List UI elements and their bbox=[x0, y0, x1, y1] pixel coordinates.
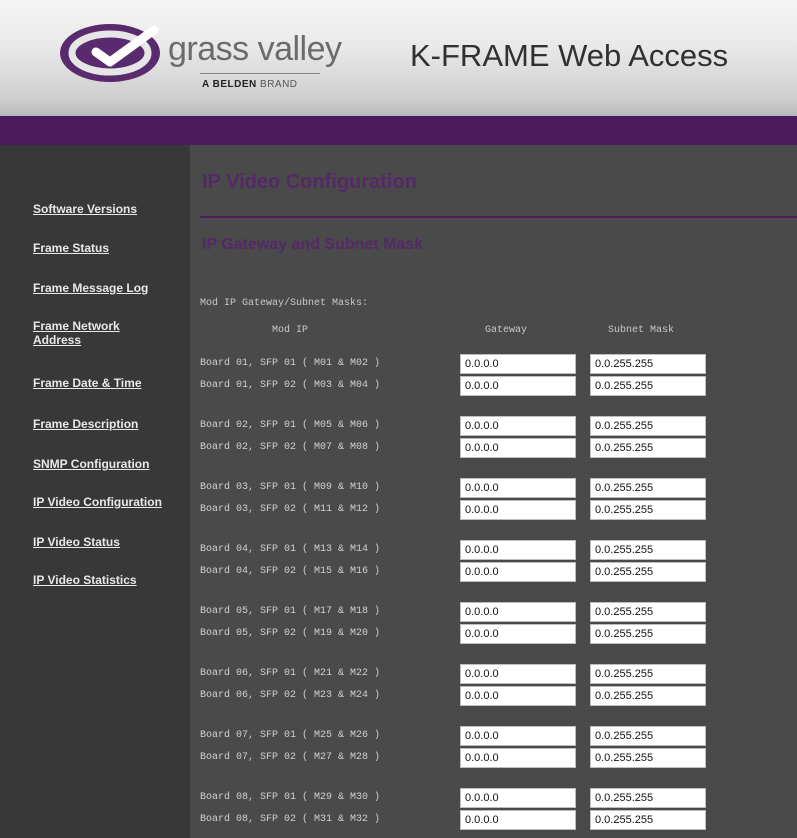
row-label: Board 02, SFP 01 ( M05 & M06 ) bbox=[200, 420, 381, 431]
gateway-input[interactable]: 0.0.0.0 bbox=[460, 624, 576, 644]
grass-valley-logo-icon bbox=[60, 24, 160, 82]
sidebar: Software Versions Frame Status Frame Mes… bbox=[0, 145, 190, 838]
brand-sub-bold: A BELDEN bbox=[202, 79, 257, 90]
sidebar-item-snmp-configuration[interactable]: SNMP Configuration bbox=[33, 457, 183, 471]
subnet-mask-input[interactable]: 0.0.255.255 bbox=[590, 686, 706, 706]
header-accent-bar bbox=[0, 116, 797, 145]
sidebar-item-frame-description[interactable]: Frame Description bbox=[33, 417, 183, 431]
row-label: Board 07, SFP 02 ( M27 & M28 ) bbox=[200, 752, 381, 763]
brand-subtitle: A BELDEN BRAND bbox=[202, 79, 298, 90]
row-label: Board 08, SFP 01 ( M29 & M30 ) bbox=[200, 792, 381, 803]
row-label: Board 03, SFP 02 ( M11 & M12 ) bbox=[200, 504, 381, 515]
gateway-input[interactable]: 0.0.0.0 bbox=[460, 416, 576, 436]
gateway-input[interactable]: 0.0.0.0 bbox=[460, 686, 576, 706]
subnet-mask-input[interactable]: 0.0.255.255 bbox=[590, 416, 706, 436]
subnet-mask-input[interactable]: 0.0.255.255 bbox=[590, 602, 706, 622]
row-label: Board 07, SFP 01 ( M25 & M26 ) bbox=[200, 730, 381, 741]
sidebar-item-ip-video-configuration[interactable]: IP Video Configuration bbox=[33, 495, 183, 509]
sidebar-item-frame-message-log[interactable]: Frame Message Log bbox=[33, 281, 183, 295]
row-label: Board 04, SFP 02 ( M15 & M16 ) bbox=[200, 566, 381, 577]
gateway-input[interactable]: 0.0.0.0 bbox=[460, 500, 576, 520]
subnet-mask-input[interactable]: 0.0.255.255 bbox=[590, 726, 706, 746]
brand-name: grass valley bbox=[168, 30, 342, 68]
row-label: Board 05, SFP 01 ( M17 & M18 ) bbox=[200, 606, 381, 617]
brand-divider bbox=[200, 73, 320, 74]
subnet-mask-input[interactable]: 0.0.255.255 bbox=[590, 624, 706, 644]
subnet-mask-input[interactable]: 0.0.255.255 bbox=[590, 438, 706, 458]
row-label: Board 04, SFP 01 ( M13 & M14 ) bbox=[200, 544, 381, 555]
subnet-mask-input[interactable]: 0.0.255.255 bbox=[590, 500, 706, 520]
sidebar-item-software-versions[interactable]: Software Versions bbox=[33, 202, 183, 216]
subnet-mask-input[interactable]: 0.0.255.255 bbox=[590, 354, 706, 374]
gateway-input[interactable]: 0.0.0.0 bbox=[460, 748, 576, 768]
table-caption: Mod IP Gateway/Subnet Masks: bbox=[200, 298, 369, 309]
column-header-subnet-mask: Subnet Mask bbox=[608, 325, 675, 336]
gateway-input[interactable]: 0.0.0.0 bbox=[460, 726, 576, 746]
title-divider bbox=[200, 216, 797, 218]
sidebar-item-frame-date-time[interactable]: Frame Date & Time bbox=[33, 376, 183, 390]
subnet-mask-input[interactable]: 0.0.255.255 bbox=[590, 748, 706, 768]
subnet-mask-input[interactable]: 0.0.255.255 bbox=[590, 478, 706, 498]
row-label: Board 08, SFP 02 ( M31 & M32 ) bbox=[200, 814, 381, 825]
row-label: Board 06, SFP 02 ( M23 & M24 ) bbox=[200, 690, 381, 701]
column-header-mod-ip: Mod IP bbox=[272, 325, 309, 336]
row-label: Board 05, SFP 02 ( M19 & M20 ) bbox=[200, 628, 381, 639]
row-label: Board 01, SFP 01 ( M01 & M02 ) bbox=[200, 358, 381, 369]
gateway-input[interactable]: 0.0.0.0 bbox=[460, 478, 576, 498]
subnet-mask-input[interactable]: 0.0.255.255 bbox=[590, 540, 706, 560]
gateway-input[interactable]: 0.0.0.0 bbox=[460, 354, 576, 374]
gateway-input[interactable]: 0.0.0.0 bbox=[460, 788, 576, 808]
row-label: Board 06, SFP 01 ( M21 & M22 ) bbox=[200, 668, 381, 679]
row-label: Board 02, SFP 02 ( M07 & M08 ) bbox=[200, 442, 381, 453]
sidebar-item-ip-video-statistics[interactable]: IP Video Statistics bbox=[33, 573, 183, 587]
section-title: IP Gateway and Subnet Mask bbox=[202, 236, 424, 253]
brand-sub-rest: BRAND bbox=[256, 79, 298, 90]
sidebar-item-frame-status[interactable]: Frame Status bbox=[33, 241, 183, 255]
column-header-gateway: Gateway bbox=[485, 325, 528, 336]
gateway-input[interactable]: 0.0.0.0 bbox=[460, 376, 576, 396]
gateway-input[interactable]: 0.0.0.0 bbox=[460, 438, 576, 458]
gateway-input[interactable]: 0.0.0.0 bbox=[460, 810, 576, 830]
app-title: K-FRAME Web Access bbox=[410, 38, 729, 73]
page-title: IP Video Configuration bbox=[202, 171, 417, 193]
main-content: IP Video Configuration IP Gateway and Su… bbox=[190, 145, 797, 838]
row-label: Board 01, SFP 02 ( M03 & M04 ) bbox=[200, 380, 381, 391]
header: grass valley A BELDEN BRAND K-FRAME Web … bbox=[0, 0, 797, 116]
row-label: Board 03, SFP 01 ( M09 & M10 ) bbox=[200, 482, 381, 493]
gateway-input[interactable]: 0.0.0.0 bbox=[460, 664, 576, 684]
subnet-mask-input[interactable]: 0.0.255.255 bbox=[590, 664, 706, 684]
subnet-mask-input[interactable]: 0.0.255.255 bbox=[590, 788, 706, 808]
subnet-mask-input[interactable]: 0.0.255.255 bbox=[590, 376, 706, 396]
gateway-input[interactable]: 0.0.0.0 bbox=[460, 602, 576, 622]
subnet-mask-input[interactable]: 0.0.255.255 bbox=[590, 810, 706, 830]
gateway-input[interactable]: 0.0.0.0 bbox=[460, 562, 576, 582]
sidebar-item-ip-video-status[interactable]: IP Video Status bbox=[33, 535, 183, 549]
gateway-input[interactable]: 0.0.0.0 bbox=[460, 540, 576, 560]
subnet-mask-input[interactable]: 0.0.255.255 bbox=[590, 562, 706, 582]
sidebar-item-frame-network-address[interactable]: Frame Network Address bbox=[33, 319, 153, 347]
